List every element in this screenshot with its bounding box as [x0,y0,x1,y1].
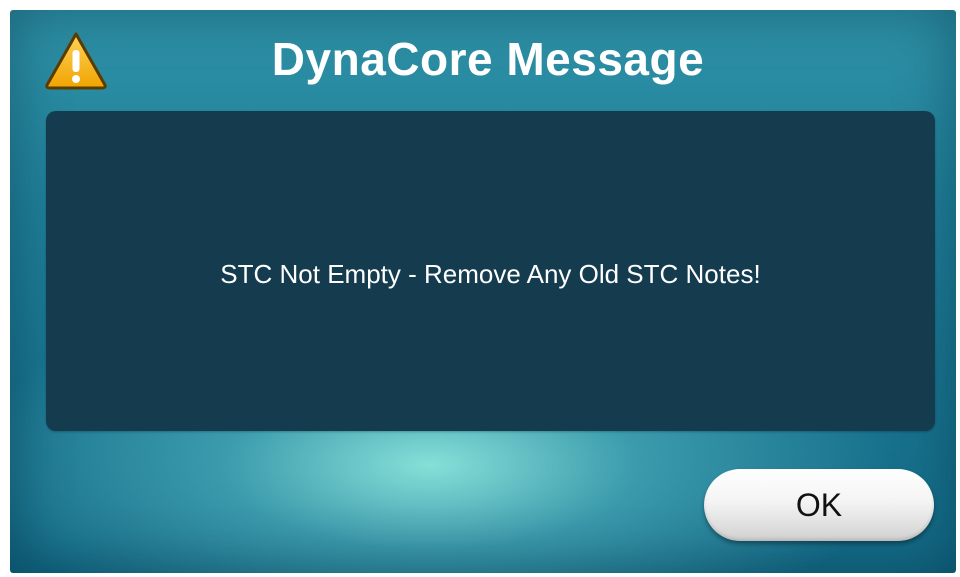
dialog-title: DynaCore Message [271,33,705,85]
message-panel: STC Not Empty - Remove Any Old STC Notes… [46,111,935,431]
message-text: STC Not Empty - Remove Any Old STC Notes… [220,259,761,289]
ok-button[interactable]: OK [704,469,934,541]
dynacore-message-dialog: DynaCore Message STC Not Empty - Remove … [10,10,956,573]
title-bar: DynaCore Message [10,10,956,110]
